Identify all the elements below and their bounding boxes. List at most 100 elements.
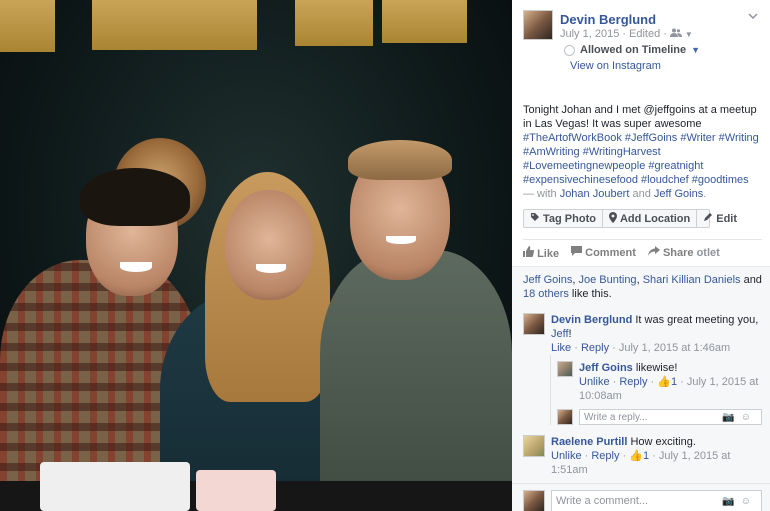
comment-like-link[interactable]: Like (551, 342, 571, 354)
post-sidebar: Devin Berglund July 1, 2015 · Edited · ▼… (512, 0, 770, 511)
reply-input[interactable]: Write a reply... 📷☺ (579, 409, 762, 425)
comment-label: Comment (585, 247, 636, 259)
share-label: Share (662, 247, 694, 259)
person-middle-smile (256, 264, 286, 273)
person-left-hair (80, 168, 190, 226)
audience-dropdown-icon[interactable]: ▼ (685, 30, 693, 39)
thumbs-up-icon: 👍 (657, 376, 671, 388)
emoji-icon[interactable]: ☺ (741, 496, 757, 507)
post-photo[interactable] (0, 0, 512, 511)
person-right-shirt (320, 250, 512, 511)
hashtags[interactable]: #TheArtofWorkBook #JeffGoins #Writer #Wr… (523, 132, 759, 186)
caret-down-icon: ▼ (691, 45, 701, 55)
chevron-down-icon[interactable] (748, 11, 758, 22)
reply-input-row: Write a reply... 📷☺ (557, 403, 762, 425)
comment-input[interactable]: Write a comment... 📷☺ (551, 490, 762, 511)
share-action[interactable]: Share otlet (647, 246, 720, 260)
comments-list: Devin Berglund It was great meeting you,… (512, 307, 770, 511)
likes-suffix: like this. (568, 288, 612, 300)
comment-input-row: Write a comment... 📷☺ (523, 484, 762, 511)
thumbs-up-icon: 👍 (629, 450, 643, 462)
liker-link[interactable]: Jeff Goins (523, 274, 572, 286)
reply-thread: Jeff Goins likewise! Unlike · Reply · 👍1… (550, 355, 762, 425)
reply-placeholder: Write a reply... (584, 411, 648, 423)
ufi: Like Comment Share otlet Jeff Goins, Joe… (512, 239, 770, 511)
tag-photo-label: Tag Photo (543, 212, 596, 225)
commenter-name[interactable]: Raelene Purtill (551, 436, 627, 448)
pencil-icon (703, 212, 713, 225)
edited-label[interactable]: Edited (629, 28, 660, 40)
input-icons: 📷☺ (722, 496, 757, 507)
author-name[interactable]: Devin Berglund (560, 12, 656, 27)
input-icons: 📷☺ (722, 412, 757, 423)
camera-icon[interactable]: 📷 (722, 412, 740, 423)
likes-others-link[interactable]: 18 others (523, 288, 569, 300)
location-pin-icon (608, 211, 617, 226)
with-and: and (629, 188, 654, 200)
commenter-avatar[interactable] (523, 313, 545, 335)
post-date[interactable]: July 1, 2015 (560, 28, 619, 40)
likes-summary: Jeff Goins, Joe Bunting, Shari Killian D… (512, 266, 770, 307)
camera-icon[interactable]: 📷 (722, 496, 740, 507)
menu-paper (40, 462, 190, 511)
timeline-toggle[interactable]: Allowed on Timeline ▼ (564, 44, 700, 56)
person-middle-face (225, 190, 313, 300)
window-light (0, 0, 55, 52)
comment-icon (571, 246, 585, 259)
comment-mention[interactable]: Jeff (551, 328, 569, 340)
message-text: Tonight Johan and I met @jeffgoins at a … (523, 104, 757, 130)
add-location-button[interactable]: Add Location (603, 210, 698, 227)
reply-body: Jeff Goins likewise! Unlike · Reply · 👍1… (579, 361, 762, 403)
commenter-avatar[interactable] (523, 435, 545, 457)
person-left-smile (120, 262, 152, 272)
tag-icon (530, 212, 540, 225)
reply-like-count[interactable]: 1 (671, 376, 677, 388)
reply-reply-link[interactable]: Reply (619, 376, 647, 388)
replier-name[interactable]: Jeff Goins (579, 362, 633, 374)
current-user-avatar (557, 409, 573, 425)
comment-reply-link[interactable]: Reply (581, 342, 609, 354)
comment-text: How exciting. (627, 436, 696, 448)
liker-link[interactable]: Joe Bunting (578, 274, 636, 286)
post-meta: July 1, 2015 · Edited · ▼ (560, 28, 693, 40)
window-light (92, 0, 257, 50)
comment-time[interactable]: July 1, 2015 at 1:46am (619, 342, 730, 354)
thumbs-up-icon (523, 246, 537, 260)
person-right-smile (386, 236, 416, 244)
meta-separator: · (622, 28, 626, 40)
napkin (196, 470, 276, 511)
liker-link[interactable]: Shari Killian Daniels (643, 274, 741, 286)
tagged-person[interactable]: Johan Joubert (560, 188, 630, 200)
comment-unlike-link[interactable]: Unlike (551, 450, 582, 462)
comment-meta: Unlike · Reply · 👍1 · July 1, 2015 at 1:… (551, 450, 731, 476)
like-label: Like (537, 248, 560, 260)
comment-meta: Like · Reply · July 1, 2015 at 1:46am (551, 342, 731, 354)
comment-text: It was great meeting you, (632, 314, 759, 326)
timeline-label: Allowed on Timeline (580, 44, 687, 56)
comment-text-suffix: ! (568, 328, 572, 340)
with-suffix: . (703, 188, 707, 200)
person-right-hair (348, 140, 452, 180)
friends-icon[interactable] (669, 28, 682, 40)
post-header: Devin Berglund July 1, 2015 · Edited · ▼… (523, 10, 762, 72)
commenter-name[interactable]: Devin Berglund (551, 314, 632, 326)
tagged-person[interactable]: Jeff Goins (654, 188, 703, 200)
share-overlay-text: otlet (696, 247, 720, 259)
view-on-instagram-link[interactable]: View on Instagram (570, 60, 661, 72)
add-location-label: Add Location (619, 212, 691, 225)
like-action[interactable]: Like (523, 246, 559, 260)
comment-reply-link[interactable]: Reply (591, 450, 619, 462)
reply-text: likewise! (632, 362, 678, 374)
comment: Raelene Purtill How exciting. Unlike · R… (523, 425, 762, 477)
comment-body: Raelene Purtill How exciting. Unlike · R… (551, 435, 762, 477)
replier-avatar[interactable] (557, 361, 573, 377)
edit-button[interactable]: Edit (697, 210, 743, 227)
timeline-check-icon (564, 44, 575, 56)
emoji-icon[interactable]: ☺ (741, 412, 757, 423)
author-avatar[interactable] (523, 10, 553, 40)
tag-photo-button[interactable]: Tag Photo (524, 210, 603, 227)
reply-unlike-link[interactable]: Unlike (579, 376, 610, 388)
comment-like-count[interactable]: 1 (643, 450, 649, 462)
comment-action[interactable]: Comment (571, 246, 636, 260)
window-light (295, 0, 373, 46)
